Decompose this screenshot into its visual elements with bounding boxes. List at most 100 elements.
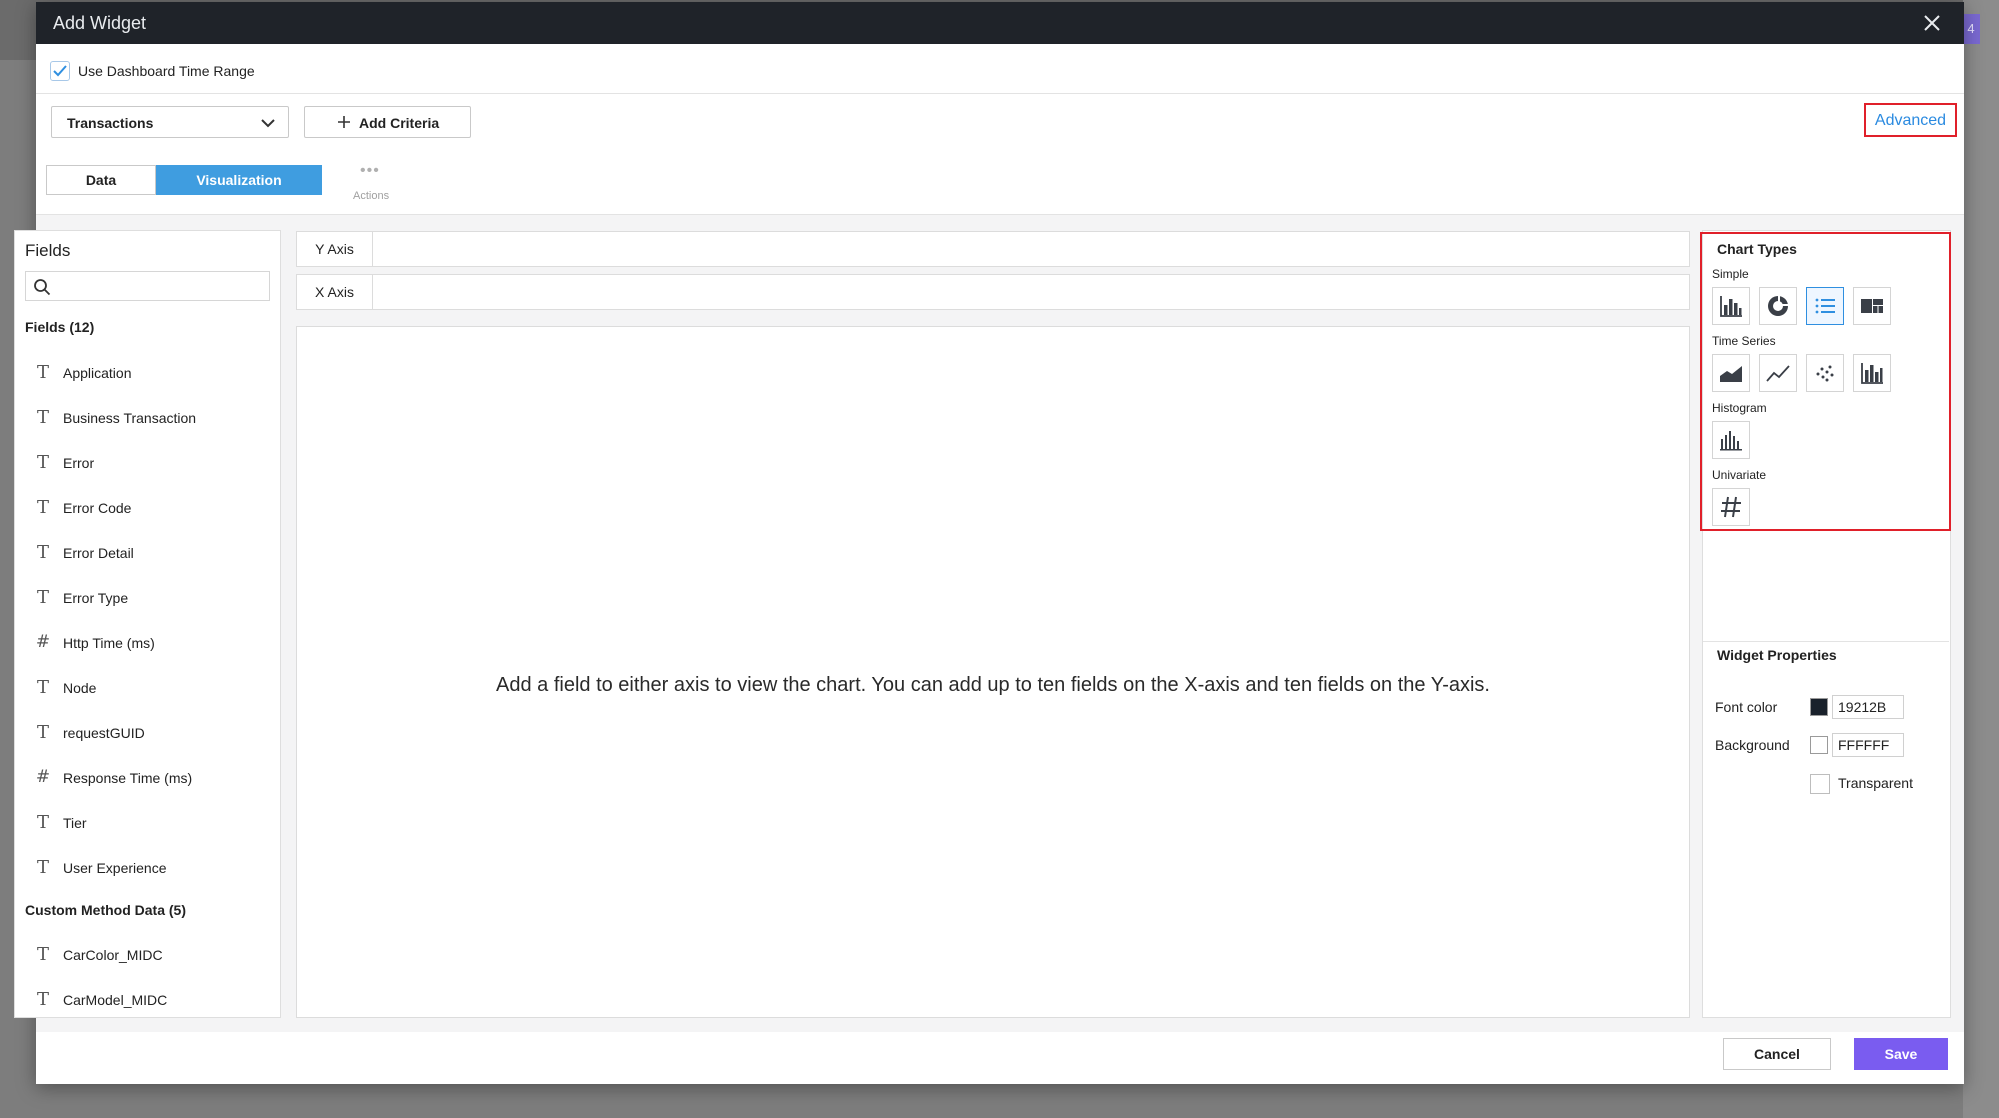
chevron-down-icon: [261, 119, 275, 128]
background-label: Background: [1715, 737, 1790, 753]
field-name: Error: [63, 455, 95, 471]
number-type-icon: #: [35, 767, 51, 787]
field-name: Error Detail: [63, 545, 134, 561]
data-source-value: Transactions: [67, 115, 154, 131]
scatter-chart-icon: [1816, 365, 1834, 382]
area-chart-button[interactable]: [1712, 354, 1750, 392]
field-name: CarColor_MIDC: [63, 947, 163, 963]
text-type-icon: T: [36, 407, 49, 428]
number-chart-icon: [1721, 496, 1741, 518]
scatter-chart-button[interactable]: [1806, 354, 1844, 392]
column-chart-icon: [1861, 363, 1883, 384]
field-name: Application: [63, 365, 132, 381]
time-range-row: Use Dashboard Time Range: [36, 44, 1964, 94]
add-criteria-button[interactable]: Add Criteria: [304, 106, 471, 138]
treemap-chart-button[interactable]: [1853, 287, 1891, 325]
text-type-icon: T: [36, 722, 49, 743]
advanced-highlight: Advanced: [1864, 103, 1957, 137]
field-name: CarModel_MIDC: [63, 992, 168, 1008]
field-item[interactable]: T Error Detail: [25, 539, 275, 567]
data-source-select[interactable]: Transactions: [51, 106, 289, 138]
bar-chart-button[interactable]: [1712, 287, 1750, 325]
number-chart-button[interactable]: [1712, 488, 1750, 526]
transparent-checkbox[interactable]: [1810, 774, 1830, 794]
text-type-icon: T: [36, 542, 49, 563]
search-icon: [34, 279, 51, 296]
chart-types-section: Chart Types Simple Time Series Histogram…: [1700, 232, 1951, 531]
field-item[interactable]: # Response Time (ms): [25, 764, 275, 792]
histogram-chart-icon: [1720, 431, 1742, 451]
text-type-icon: T: [36, 944, 49, 965]
field-item[interactable]: T User Experience: [25, 854, 275, 882]
list-chart-button[interactable]: [1806, 287, 1844, 325]
field-item[interactable]: T Node: [25, 674, 275, 702]
chart-group-label-time-series: Time Series: [1712, 334, 1776, 348]
field-item[interactable]: T Tier: [25, 809, 275, 837]
view-tabs: Data Visualization: [46, 165, 322, 195]
chart-group-label-univariate: Univariate: [1712, 468, 1767, 482]
field-name: Node: [63, 680, 97, 696]
column-chart-button[interactable]: [1853, 354, 1891, 392]
text-type-icon: T: [36, 677, 49, 698]
field-item[interactable]: T Application: [25, 359, 275, 387]
number-type-icon: #: [35, 632, 51, 652]
advanced-link[interactable]: Advanced: [1866, 112, 1955, 130]
font-color-label: Font color: [1715, 699, 1778, 715]
field-name: requestGUID: [63, 725, 145, 741]
field-name: Error Type: [63, 590, 129, 606]
field-item[interactable]: T CarModel_MIDC: [25, 986, 275, 1014]
backdrop-badge: 4: [1962, 14, 1980, 44]
histogram-chart-button[interactable]: [1712, 421, 1750, 459]
time-range-label: Use Dashboard Time Range: [78, 63, 255, 79]
field-item[interactable]: T Error: [25, 449, 275, 477]
donut-chart-button[interactable]: [1759, 287, 1797, 325]
transparent-label: Transparent: [1838, 775, 1913, 791]
field-item[interactable]: # Http Time (ms): [25, 629, 275, 657]
chart-group-label-histogram: Histogram: [1712, 401, 1767, 415]
use-dashboard-time-range-checkbox[interactable]: [50, 61, 70, 81]
field-name: Http Time (ms): [63, 635, 155, 651]
more-dots-icon: •••: [360, 162, 380, 179]
x-axis-drop-zone[interactable]: X Axis: [296, 274, 1690, 310]
modal-title: Add Widget: [53, 13, 147, 33]
field-item[interactable]: T Error Code: [25, 494, 275, 522]
fields-group-title: Fields (12): [25, 319, 95, 335]
treemap-chart-icon: [1861, 299, 1883, 313]
checkmark-icon: [53, 65, 67, 77]
close-icon[interactable]: [1920, 11, 1944, 35]
actions-menu[interactable]: ••• Actions: [343, 162, 423, 208]
save-button[interactable]: Save: [1854, 1038, 1948, 1070]
tab-data[interactable]: Data: [46, 165, 156, 195]
y-axis-drop-zone[interactable]: Y Axis: [296, 231, 1690, 267]
text-type-icon: T: [36, 857, 49, 878]
chart-preview-area: Add a field to either axis to view the c…: [296, 326, 1690, 1018]
x-axis-label: X Axis: [297, 275, 373, 309]
field-item[interactable]: T Business Transaction: [25, 404, 275, 432]
chart-types-title: Chart Types: [1717, 241, 1797, 257]
bar-chart-icon: [1720, 296, 1742, 317]
custom-method-group-title: Custom Method Data (5): [25, 902, 186, 918]
list-chart-icon: [1815, 298, 1835, 314]
field-item[interactable]: TrequestGUID: [25, 719, 275, 747]
backdrop-right-edge: [1963, 0, 1999, 1118]
plus-icon: [338, 116, 350, 128]
font-color-swatch[interactable]: [1810, 698, 1828, 716]
text-type-icon: T: [36, 497, 49, 518]
fields-search-input[interactable]: [25, 271, 270, 301]
text-type-icon: T: [36, 362, 49, 383]
fields-panel: Fields Fields (12) T Application T Busines…: [14, 230, 281, 1018]
line-chart-button[interactable]: [1759, 354, 1797, 392]
actions-label: Actions: [353, 190, 390, 202]
widget-properties-divider: [1703, 641, 1949, 642]
area-chart-icon: [1720, 366, 1742, 382]
field-name: User Experience: [63, 860, 167, 876]
font-color-input[interactable]: 19212B: [1832, 695, 1904, 719]
field-item[interactable]: T CarColor_MIDC: [25, 941, 275, 969]
cancel-button[interactable]: Cancel: [1723, 1038, 1831, 1070]
tab-visualization[interactable]: Visualization: [156, 165, 322, 195]
text-type-icon: T: [36, 989, 49, 1010]
field-item[interactable]: T Error Type: [25, 584, 275, 612]
background-color-input[interactable]: FFFFFF: [1832, 733, 1904, 757]
modal-header: Add Widget: [36, 2, 1964, 44]
background-color-swatch[interactable]: [1810, 736, 1828, 754]
